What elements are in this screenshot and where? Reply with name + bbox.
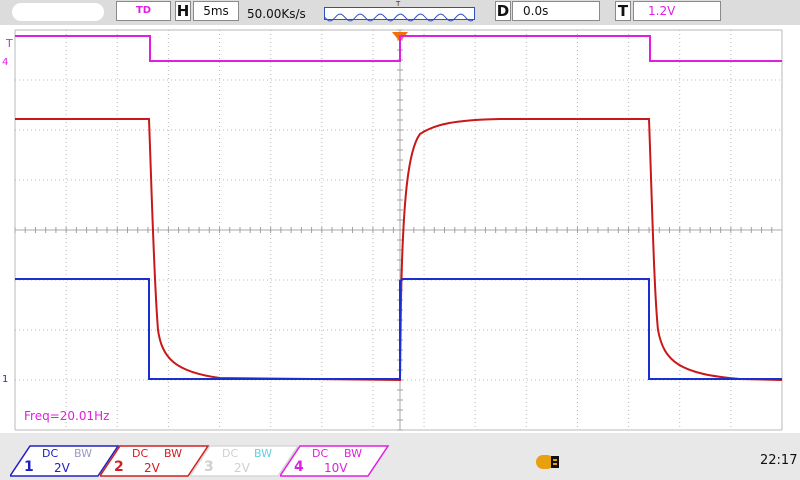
status-bar: TD H 5ms 50.00Ks/s T D 0.0s T 1.2V xyxy=(0,0,800,25)
ch4-coupling: DC xyxy=(312,447,329,460)
ch1-scale: 2V xyxy=(54,461,70,475)
ch3-bw: BW xyxy=(254,447,273,460)
sample-rate: 50.00Ks/s xyxy=(247,7,306,21)
trigger-level-marker[interactable]: T xyxy=(5,37,13,50)
ch4-ground-marker[interactable]: 4 xyxy=(2,57,8,68)
ch2-bw: BW xyxy=(164,447,183,460)
ch2-number: 2 xyxy=(114,459,124,475)
delay-label: D xyxy=(495,1,511,21)
waveform-display[interactable]: T 4 1 Freq=20.01Hz xyxy=(0,25,800,433)
ch4-scale: 10V xyxy=(324,461,348,475)
ch2-coupling: DC xyxy=(132,447,149,460)
ch3-coupling: DC xyxy=(222,447,239,460)
ch1-coupling: DC xyxy=(42,447,59,460)
frequency-measurement: Freq=20.01Hz xyxy=(24,409,109,423)
delay-value[interactable]: 0.0s xyxy=(512,1,600,21)
ch1-bw: BW xyxy=(74,447,93,460)
ch2-scale: 2V xyxy=(144,461,160,475)
ch3-number: 3 xyxy=(204,459,214,475)
memory-trigger-mark: T xyxy=(396,0,401,8)
mode-indicator[interactable]: TD xyxy=(116,1,171,21)
ch4-settings[interactable]: 4 DC BW 10V xyxy=(280,445,390,477)
channel-bar: 1 DC BW 2V 2 DC BW 2V 3 DC BW 2V 4 DC BW… xyxy=(0,436,800,480)
brand-logo xyxy=(12,3,104,21)
trigger-level[interactable]: 1.2V xyxy=(633,1,721,21)
ch1-ground-marker[interactable]: 1 xyxy=(2,374,8,385)
ch4-bw: BW xyxy=(344,447,363,460)
trigger-label: T xyxy=(615,1,631,21)
ch3-scale: 2V xyxy=(234,461,250,475)
timebase-value[interactable]: 5ms xyxy=(193,1,239,21)
ch4-number: 4 xyxy=(294,459,304,475)
system-clock: 22:17 xyxy=(760,453,798,468)
ch1-number: 1 xyxy=(24,459,34,475)
memory-waveform-icon xyxy=(324,13,474,22)
timebase-label: H xyxy=(175,1,191,21)
memory-overview[interactable] xyxy=(324,7,475,22)
usb-icon xyxy=(536,455,559,469)
